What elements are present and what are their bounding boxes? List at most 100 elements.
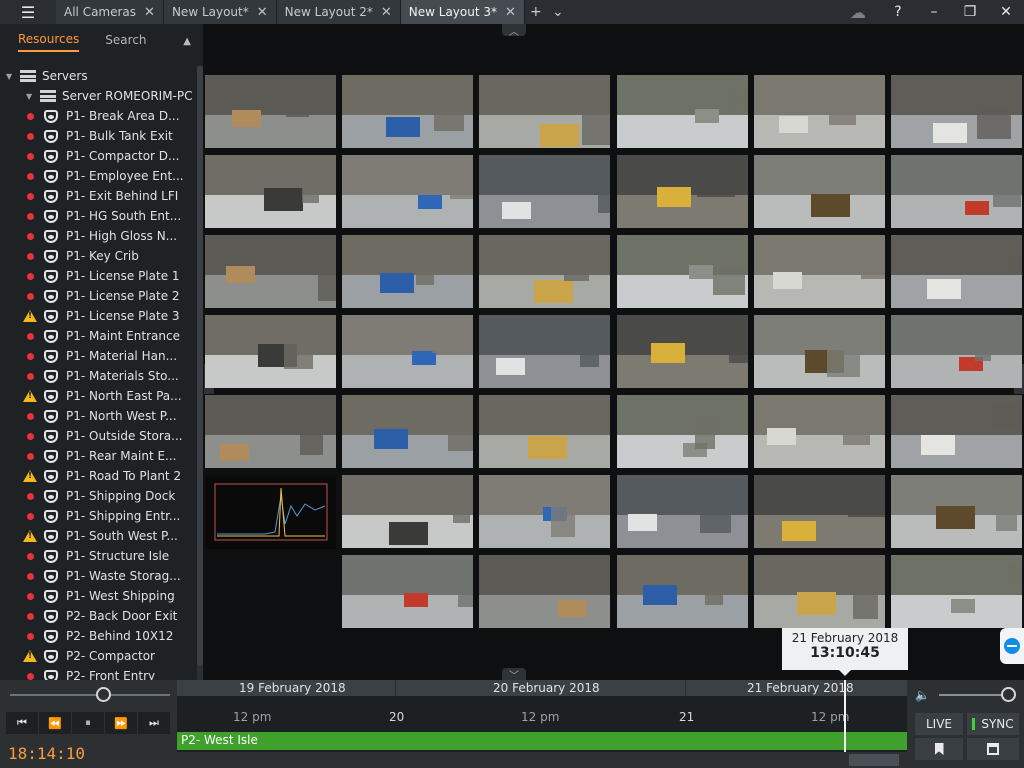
camera-feed-tile[interactable] (617, 235, 748, 308)
fast-forward-button[interactable]: ⏩ (105, 712, 137, 734)
camera-feed-tile[interactable] (754, 395, 885, 468)
tree-camera-item[interactable]: P1- Structure Isle (0, 546, 196, 566)
camera-feed-tile[interactable] (479, 395, 610, 468)
tree-camera-item[interactable]: P1- Bulk Tank Exit (0, 126, 196, 146)
skip-to-start-button[interactable]: ⏮ (6, 712, 38, 734)
speed-slider-track[interactable] (10, 694, 170, 696)
volume-slider-knob[interactable] (1001, 687, 1016, 702)
camera-feed-tile[interactable] (754, 75, 885, 148)
tree-camera-item[interactable]: P1- Break Area D... (0, 106, 196, 126)
camera-feed-tile[interactable] (205, 395, 336, 468)
chevron-down-icon[interactable]: ⌄ (547, 0, 569, 24)
skip-to-end-button[interactable]: ⏭ (138, 712, 170, 734)
camera-feed-tile[interactable] (754, 235, 885, 308)
camera-feed-tile[interactable] (205, 315, 336, 388)
timeline-cursor[interactable] (844, 680, 846, 752)
caret-down-icon[interactable]: ▼ (6, 72, 16, 81)
tree-servers-root[interactable]: ▼ Servers (0, 66, 196, 86)
camera-feed-tile[interactable] (754, 555, 885, 628)
timeline[interactable]: 19 February 2018 20 February 2018 21 Feb… (177, 680, 907, 768)
chevron-up-icon[interactable]: ︿ (502, 24, 526, 38)
camera-feed-tile[interactable] (617, 475, 748, 548)
camera-feed-tile[interactable] (205, 155, 336, 228)
camera-feed-tile[interactable] (617, 75, 748, 148)
pin-icon[interactable]: ▲ (183, 36, 191, 47)
tree-camera-item[interactable]: P1- South West P... (0, 526, 196, 546)
camera-feed-tile[interactable] (479, 155, 610, 228)
tree-camera-item[interactable]: P1- North East Pa... (0, 386, 196, 406)
camera-feed-tile[interactable] (891, 155, 1022, 228)
camera-feed-tile[interactable] (342, 395, 473, 468)
timeline-scrollbar[interactable] (177, 752, 907, 768)
tree-camera-item[interactable]: P1- Key Crib (0, 246, 196, 266)
restore-button[interactable]: ❐ (952, 0, 988, 24)
tree-camera-item[interactable]: P1- Employee Ent... (0, 166, 196, 186)
bookmark-button[interactable] (915, 738, 963, 760)
camera-feed-tile[interactable] (342, 475, 473, 548)
tab-new-layout-3[interactable]: New Layout 3* ✕ (400, 0, 525, 24)
camera-feed-tile[interactable] (479, 475, 610, 548)
camera-feed-tile[interactable] (891, 475, 1022, 548)
camera-feed-tile[interactable] (754, 475, 885, 548)
close-icon[interactable]: ✕ (381, 5, 392, 20)
camera-feed-tile[interactable] (617, 315, 748, 388)
camera-feed-tile[interactable] (479, 75, 610, 148)
rewind-button[interactable]: ⏪ (39, 712, 71, 734)
camera-feed-tile[interactable] (617, 395, 748, 468)
tree-camera-item[interactable]: P1- High Gloss N... (0, 226, 196, 246)
close-icon[interactable]: ✕ (257, 5, 268, 20)
tree-camera-item[interactable]: P1- Shipping Dock (0, 486, 196, 506)
tree-camera-item[interactable]: P1- Waste Storag... (0, 566, 196, 586)
close-button[interactable]: ✕ (988, 0, 1024, 24)
tree-camera-item[interactable]: P1- Maint Entrance (0, 326, 196, 346)
camera-feed-tile[interactable] (342, 155, 473, 228)
camera-feed-tile[interactable] (754, 155, 885, 228)
camera-feed-tile[interactable] (205, 235, 336, 308)
camera-feed-tile[interactable] (891, 555, 1022, 628)
camera-feed-tile[interactable] (617, 155, 748, 228)
tree-camera-item[interactable]: P1- Rear Maint E... (0, 446, 196, 466)
tree-camera-item[interactable]: P1- License Plate 2 (0, 286, 196, 306)
tree-camera-item[interactable]: P1- HG South Ent... (0, 206, 196, 226)
tree-camera-item[interactable]: P2- Back Door Exit (0, 606, 196, 626)
tab-search[interactable]: Search (105, 29, 146, 51)
tree-camera-item[interactable]: P1- Shipping Entr... (0, 506, 196, 526)
camera-feed-tile[interactable] (891, 75, 1022, 148)
add-tab-icon[interactable]: + (525, 0, 547, 24)
tree-camera-item[interactable]: P1- License Plate 1 (0, 266, 196, 286)
tree-camera-item[interactable]: P1- Compactor D... (0, 146, 196, 166)
camera-feed-tile[interactable] (342, 75, 473, 148)
recording-track[interactable]: P2- West Isle (177, 732, 907, 750)
tree-camera-item[interactable]: P1- West Shipping (0, 586, 196, 606)
tree-camera-item[interactable]: P1- Material Han... (0, 346, 196, 366)
tree-server[interactable]: ▼ Server ROMEORIM-PC (0, 86, 196, 106)
speed-slider-knob[interactable] (95, 687, 111, 702)
tree-camera-item[interactable]: P2- Front Entry (0, 666, 196, 680)
camera-feed-tile[interactable] (891, 395, 1022, 468)
camera-feed-tile[interactable] (891, 315, 1022, 388)
hamburger-menu-icon[interactable]: ☰ (0, 0, 56, 24)
camera-feed-tile[interactable] (342, 235, 473, 308)
tree-camera-item[interactable]: P1- North West P... (0, 406, 196, 426)
close-icon[interactable]: ✕ (144, 5, 155, 20)
tree-camera-item[interactable]: P1- Road To Plant 2 (0, 466, 196, 486)
chevron-down-icon[interactable]: ﹀ (502, 668, 526, 682)
camera-feed-tile[interactable] (342, 315, 473, 388)
camera-feed-tile[interactable] (891, 235, 1022, 308)
tree-camera-item[interactable]: P1- Outside Stora... (0, 426, 196, 446)
teamviewer-icon[interactable] (1000, 628, 1024, 664)
close-icon[interactable]: ✕ (505, 5, 516, 20)
minimize-button[interactable]: – (916, 0, 952, 24)
camera-feed-tile[interactable] (479, 315, 610, 388)
camera-feed-tile[interactable] (754, 315, 885, 388)
tab-all-cameras[interactable]: All Cameras ✕ (56, 0, 164, 24)
camera-feed-tile[interactable] (479, 235, 610, 308)
volume-icon[interactable]: 🔈 (915, 688, 930, 702)
tab-resources[interactable]: Resources (18, 28, 80, 52)
cloud-icon[interactable]: ☁ (836, 0, 880, 24)
help-button[interactable]: ? (880, 0, 916, 24)
camera-feed-tile[interactable] (617, 555, 748, 628)
tree-camera-item[interactable]: P1- Materials Sto... (0, 366, 196, 386)
camera-feed-tile[interactable] (479, 555, 610, 628)
tree-camera-item[interactable]: P2- Compactor (0, 646, 196, 666)
